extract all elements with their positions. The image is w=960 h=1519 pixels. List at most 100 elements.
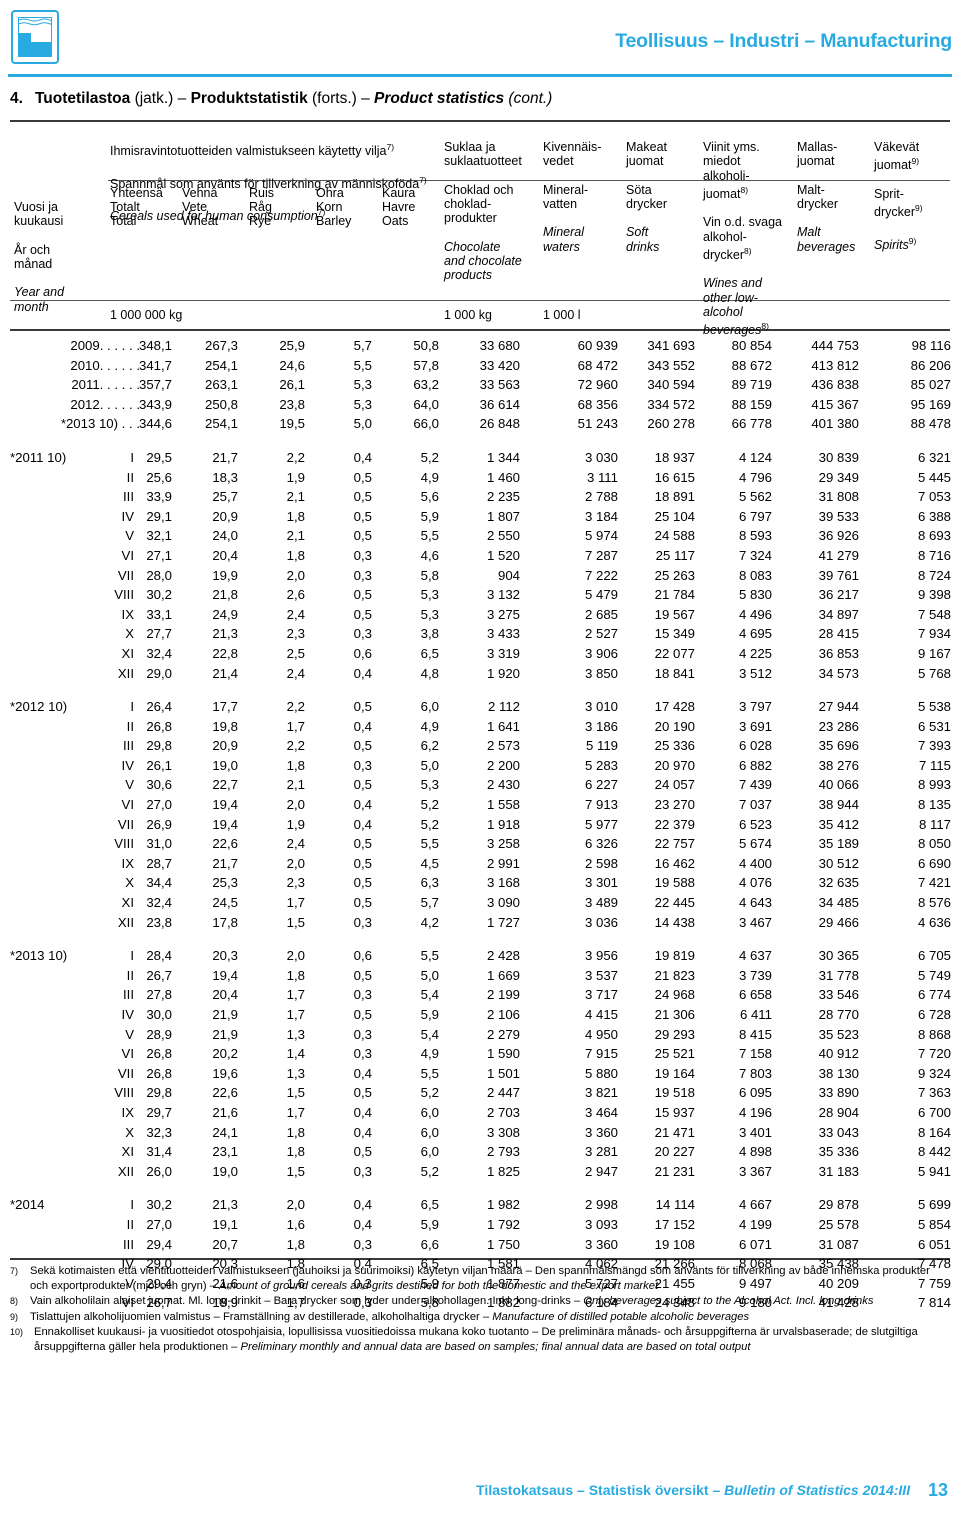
table-cell: 9 167	[917, 645, 951, 661]
table-row: V 30,6 22,7 2,1 0,5 5,3 2 430 6 227 24 057 7 439 4…	[0, 777, 960, 797]
table-cell: 1 558	[486, 797, 520, 813]
table-cell: 26 848	[479, 416, 520, 432]
table-cell: 36 614	[479, 396, 520, 412]
row-year-label: *2011 10)	[10, 449, 67, 465]
table-cell: 8 135	[917, 797, 951, 813]
footnote-ref-9a: 9)	[911, 156, 920, 167]
table-cell: 7 115	[918, 757, 951, 773]
table-cell: 2 235	[486, 489, 520, 505]
table-cell: 33 420	[479, 357, 520, 373]
table-cell: 3 258	[486, 836, 520, 852]
table-row: III 29,4 20,7 1,8 0,3 6,6 1 750 3 360 19 108 6 07…	[0, 1237, 960, 1257]
table-row: II 27,0 19,1 1,6 0,4 5,9 1 792 3 093 17 152 4 199…	[0, 1217, 960, 1237]
title-fi: Tuotetilastoa	[34, 90, 131, 107]
table-cell: 2 703	[486, 1104, 520, 1120]
table-cell: 8 993	[917, 777, 951, 793]
table-cell: 2 428	[486, 948, 520, 964]
table-cell: 8 868	[917, 1026, 951, 1042]
table-row: X 27,7 21,3 2,3 0,3 3,8 3 433 2 527 15 349 4 695 2…	[0, 626, 960, 646]
unit-cereals: 1 000 000 kg	[110, 308, 183, 322]
column-header-barley: Ohra Korn Barley	[316, 186, 352, 229]
table-cell: 2 550	[486, 528, 520, 544]
table-cell: 1 460	[486, 469, 520, 485]
table-cell: 8 164	[917, 1124, 951, 1140]
spirits-en: Spirits	[874, 237, 909, 252]
footnotes-block: 7) Sekä kotimaisten että vientituotteiden…	[10, 1264, 950, 1356]
wines-fi: Viinit yms. miedot alkoholi- juomat	[703, 140, 760, 201]
footnote: 10) Ennakolliset kuukausi- ja vuositiedot…	[10, 1325, 950, 1354]
footnote-ref-9c: 9)	[908, 235, 917, 246]
table-row: IX 33,1 24,9 2,4 0,5 5,3 3 275 2 685 19 567 4 496…	[0, 607, 960, 627]
table-cell: 1 590	[486, 1046, 520, 1062]
footnote-marker: 8)	[10, 1296, 19, 1307]
table-row: XII 29,0 21,4 2,4 0,4 4,8 1 920 3 850 18 841 3 51…	[0, 666, 960, 686]
table-cell: 98 116	[911, 338, 951, 353]
header-bottom-rule	[10, 300, 950, 301]
footnote-ref-9b: 9)	[914, 203, 923, 214]
table-cell: 6 705	[917, 948, 951, 964]
wines-en: Wines and other low- alcohol beverages	[703, 276, 762, 338]
table-cell: 2 200	[486, 757, 520, 773]
table-cell: 1 501	[486, 1065, 520, 1081]
soft-fi: Makeat juomat	[626, 140, 667, 169]
column-header-rye: Ruis Råg Rye	[249, 186, 275, 229]
table-cell: 6 321	[917, 449, 951, 465]
malt-sv: Malt- drycker	[797, 182, 838, 212]
footnote: 8) Vain alkoholilain alaiset juomat. Ml. …	[10, 1294, 950, 1309]
footnote-marker: 7)	[10, 1266, 19, 1276]
water-glass-icon	[11, 10, 59, 64]
column-header-spirits: Väkevät juomat9) Sprit- drycker9) Spirit…	[874, 126, 923, 266]
table-top-rule	[10, 120, 950, 122]
table-row: VI 26,8 20,2 1,4 0,3 4,9 1 590 7 915 25 521 7 158…	[0, 1046, 960, 1066]
row-label-en: Year and month	[14, 285, 65, 314]
footnote-en: Only beverages subject to the Alcohol Ac…	[583, 1295, 874, 1308]
table-row: VII 26,9 19,4 1,9 0,4 5,2 1 918 5 977 22 379 6 52…	[0, 817, 960, 837]
table-row: VIII 30,2 21,8 2,6 0,5 5,3 3 132 5 479 21 784 5 8…	[0, 587, 960, 607]
footnote-sv: Framställning av destillerade, alkoholha…	[222, 1310, 493, 1323]
table-cell: 7 720	[917, 1046, 951, 1062]
table-row: 2010. . . . . . 341,7 254,1 24,6 5,5 57,8 33 4…	[0, 358, 960, 378]
table-row: *2014 I 30,2 21,3 2,0 0,4 6,5 1 982 2 998 14 114 4…	[0, 1197, 960, 1217]
footnote-fi: Ennakolliset kuukausi- ja vuositiedot ot…	[34, 1326, 542, 1339]
table-row: IX 29,7 21,6 1,7 0,4 6,0 2 703 3 464 15 937 4 196…	[0, 1105, 960, 1125]
footnote-sv: Bara drycker som lyder under alkohollage…	[273, 1295, 584, 1308]
table-group: 2009. . . . . . 348,1 267,3 25,9 5,7 50,8 33 6…	[0, 338, 960, 436]
table-cell: 6 531	[917, 718, 951, 734]
table-cell: 1 918	[486, 816, 520, 832]
table-row: II 25,6 18,3 1,9 0,5 4,9 1 460 3 111 16 615 4 796…	[0, 470, 960, 490]
column-header-wheat: Vehnä Vete Wheat	[182, 186, 219, 229]
table-cell: 7 421	[917, 875, 951, 891]
table-cell: 5 854	[917, 1216, 951, 1232]
table-row: III 27,8 20,4 1,7 0,3 5,4 2 199 3 717 24 968 6 65…	[0, 987, 960, 1007]
title-en-paren: (cont.)	[508, 90, 553, 107]
table-cell: 3 433	[486, 626, 520, 642]
table-cell: 88 478	[910, 416, 951, 432]
table-cell: 5 699	[917, 1197, 951, 1213]
table-cell: 1 792	[486, 1216, 520, 1232]
table-group: *2011 10) I 29,5 21,7 2,2 0,4 5,2 1 344 3 030 18 …	[0, 450, 960, 685]
table-row: IV 26,1 19,0 1,8 0,3 5,0 2 200 5 283 20 970 6 882…	[0, 758, 960, 778]
title-en: Product statistics	[374, 90, 505, 107]
chocolate-en: Chocolate and chocolate products	[444, 239, 522, 283]
soft-sv: Söta drycker	[626, 182, 667, 212]
mineral-sv: Mineral- vatten	[543, 182, 589, 212]
row-year-label: *2012 10)	[10, 699, 68, 715]
table-cell: 7 053	[917, 489, 951, 505]
table-cell: 2 793	[486, 1144, 520, 1160]
footnote: 7) Sekä kotimaisten että vientituotteiden…	[10, 1264, 950, 1293]
table-row: IV 29,1 20,9 1,8 0,5 5,9 1 807 3 184 25 104 6 797…	[0, 509, 960, 529]
table-cell: 9 398	[917, 587, 951, 603]
table-cell: 33 680	[479, 338, 520, 353]
column-header-malt: Mallas- juomat Malt- drycker Malt bevera…	[797, 126, 855, 268]
title-sv-paren: (forts.)	[312, 90, 357, 107]
table-row: II 26,8 19,8 1,7 0,4 4,9 1 641 3 186 20 190 3 691…	[0, 719, 960, 739]
table-row: 2012. . . . . . 343,9 250,8 23,8 5,3 64,0 36 6…	[0, 397, 960, 417]
table-row: V 28,9 21,9 1,3 0,3 5,4 2 279 4 950 29 293 8 415 3…	[0, 1027, 960, 1047]
row-year-label: *2013 10)	[10, 948, 68, 964]
table-cell: 7 363	[917, 1085, 951, 1101]
row-label-sv: År och månad	[14, 242, 53, 272]
table-row: 2011. . . . . . 357,7 263,1 26,1 5,3 63,2 33 5…	[0, 377, 960, 397]
page-footer: Tilastokatsaus – Statistisk översikt – B…	[476, 1480, 948, 1501]
footnote-ref-8c: 8)	[761, 320, 769, 331]
column-header-chocolate: Suklaa ja suklaatuotteet Choklad och cho…	[444, 126, 522, 296]
